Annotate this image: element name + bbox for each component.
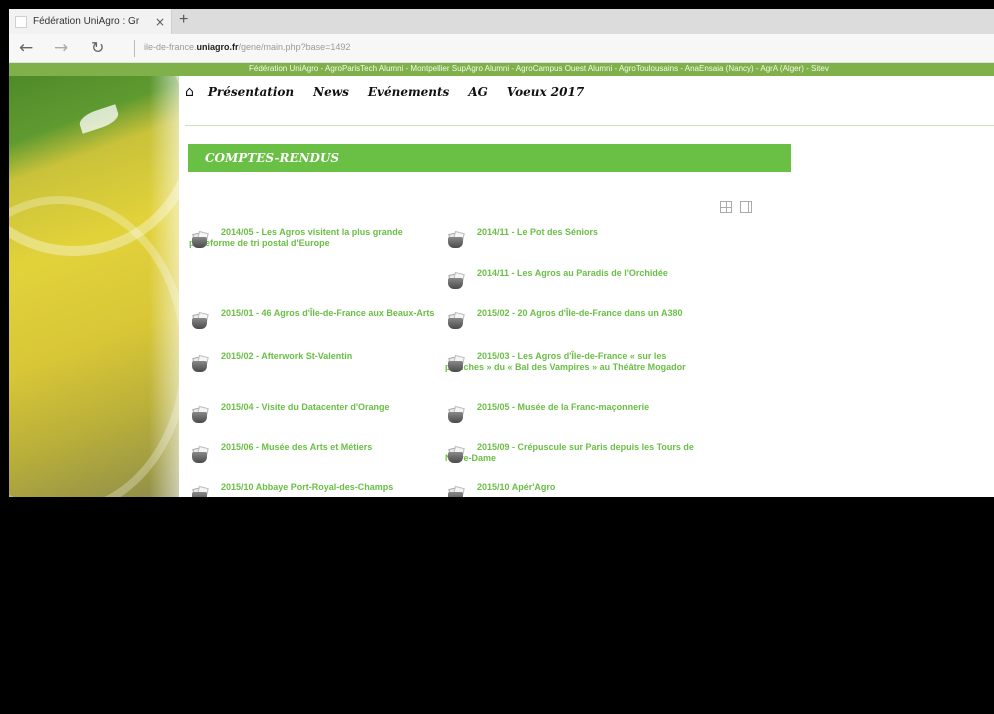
folder-icon: [446, 445, 466, 464]
tab-bar: Fédération UniAgro : Gr × +: [9, 9, 994, 34]
view-switcher: [720, 201, 752, 213]
report-item[interactable]: 2015/04 - Visite du Datacenter d'Orange: [189, 402, 399, 423]
main-menu: ⌂ Présentation News Evénements AG Voeux …: [185, 80, 603, 104]
grid-view-icon[interactable]: [720, 201, 732, 213]
report-item[interactable]: 2015/10 Apér'Agro: [445, 482, 695, 497]
folder-icon: [446, 311, 466, 330]
toolbar-divider: [134, 40, 135, 57]
tab-title: Fédération UniAgro : Gr: [33, 16, 140, 27]
report-item[interactable]: 2014/11 - Le Pot des Séniors: [445, 227, 695, 248]
report-title[interactable]: 2014/05 - Les Agros visitent la plus gra…: [189, 227, 434, 249]
menu-item-ag[interactable]: AG: [468, 85, 488, 99]
section-header: COMPTES-RENDUS: [188, 144, 791, 172]
report-item[interactable]: 2015/09 - Crépuscule sur Paris depuis le…: [445, 442, 707, 464]
folder-icon: [446, 405, 466, 424]
partner-links-bar: Fédération UniAgro - AgroParisTech Alumn…: [9, 63, 994, 76]
report-item[interactable]: 2015/01 - 46 Agros d'Île-de-France aux B…: [189, 308, 439, 329]
menu-divider: [185, 125, 994, 126]
section-title: COMPTES-RENDUS: [205, 151, 340, 165]
menu-item-news[interactable]: News: [313, 85, 349, 99]
report-item[interactable]: 2015/05 - Musée de la Franc-maçonnerie: [445, 402, 660, 423]
browser-window: Fédération UniAgro : Gr × + ← → ↻ ile-de…: [9, 9, 994, 497]
address-toolbar: ← → ↻ ile-de-france.uniagro.fr/gene/main…: [9, 34, 994, 63]
new-tab-button[interactable]: +: [179, 11, 188, 29]
folder-icon: [446, 354, 466, 373]
folder-icon: [190, 354, 210, 373]
report-title[interactable]: 2015/03 - Les Agros d'Île-de-France « su…: [445, 351, 707, 373]
home-icon[interactable]: ⌂: [185, 84, 194, 100]
report-title[interactable]: 2014/11 - Les Agros au Paradis de l'Orch…: [445, 268, 675, 279]
menu-item-voeux-2017[interactable]: Voeux 2017: [507, 85, 584, 99]
forward-arrow-icon[interactable]: →: [54, 38, 68, 58]
menu-item-presentation[interactable]: Présentation: [208, 85, 294, 99]
report-title[interactable]: 2015/02 - 20 Agros d'Île-de-France dans …: [445, 308, 685, 319]
refresh-icon[interactable]: ↻: [91, 38, 104, 57]
address-bar[interactable]: ile-de-france.uniagro.fr/gene/main.php?b…: [144, 42, 350, 52]
folder-icon: [446, 485, 466, 497]
report-title[interactable]: 2015/04 - Visite du Datacenter d'Orange: [189, 402, 399, 413]
report-title[interactable]: 2014/11 - Le Pot des Séniors: [445, 227, 695, 238]
rapeseed-field-banner-image: [9, 76, 179, 497]
partner-links[interactable]: Fédération UniAgro - AgroParisTech Alumn…: [249, 64, 829, 73]
folder-icon: [446, 271, 466, 290]
folder-icon: [190, 445, 210, 464]
folder-icon: [190, 485, 210, 497]
url-path: /gene/main.php?base=1492: [238, 42, 351, 52]
report-item[interactable]: 2015/02 - Afterwork St-Valentin: [189, 351, 439, 372]
report-item[interactable]: 2015/02 - 20 Agros d'Île-de-France dans …: [445, 308, 685, 329]
folder-icon: [190, 230, 210, 249]
report-title[interactable]: 2015/10 Abbaye Port-Royal-des-Champs: [189, 482, 404, 493]
list-view-icon[interactable]: [740, 201, 752, 213]
folder-icon: [190, 311, 210, 330]
tab-close-icon[interactable]: ×: [155, 15, 165, 29]
url-prefix: ile-de-france.: [144, 42, 197, 52]
report-title[interactable]: 2015/10 Apér'Agro: [445, 482, 695, 493]
report-item[interactable]: 2015/06 - Musée des Arts et Métiers: [189, 442, 439, 463]
screen: Fédération UniAgro : Gr × + ← → ↻ ile-de…: [0, 0, 994, 714]
report-title[interactable]: 2015/09 - Crépuscule sur Paris depuis le…: [445, 442, 707, 464]
report-item[interactable]: 2015/03 - Les Agros d'Île-de-France « su…: [445, 351, 707, 373]
report-title[interactable]: 2015/06 - Musée des Arts et Métiers: [189, 442, 439, 453]
back-arrow-icon[interactable]: ←: [19, 38, 33, 58]
report-title[interactable]: 2015/01 - 46 Agros d'Île-de-France aux B…: [189, 308, 439, 319]
report-title[interactable]: 2015/02 - Afterwork St-Valentin: [189, 351, 439, 362]
folder-icon: [446, 230, 466, 249]
url-domain: uniagro.fr: [196, 42, 239, 52]
report-title[interactable]: 2015/05 - Musée de la Franc-maçonnerie: [445, 402, 660, 413]
folder-icon: [190, 405, 210, 424]
report-item[interactable]: 2015/10 Abbaye Port-Royal-des-Champs: [189, 482, 404, 497]
page-favicon-icon: [15, 15, 27, 28]
browser-tab[interactable]: Fédération UniAgro : Gr ×: [9, 9, 172, 34]
web-page: Fédération UniAgro - AgroParisTech Alumn…: [9, 63, 994, 497]
menu-item-evenements[interactable]: Evénements: [368, 85, 449, 99]
report-item[interactable]: 2014/11 - Les Agros au Paradis de l'Orch…: [445, 268, 675, 289]
report-item[interactable]: 2014/05 - Les Agros visitent la plus gra…: [189, 227, 434, 249]
